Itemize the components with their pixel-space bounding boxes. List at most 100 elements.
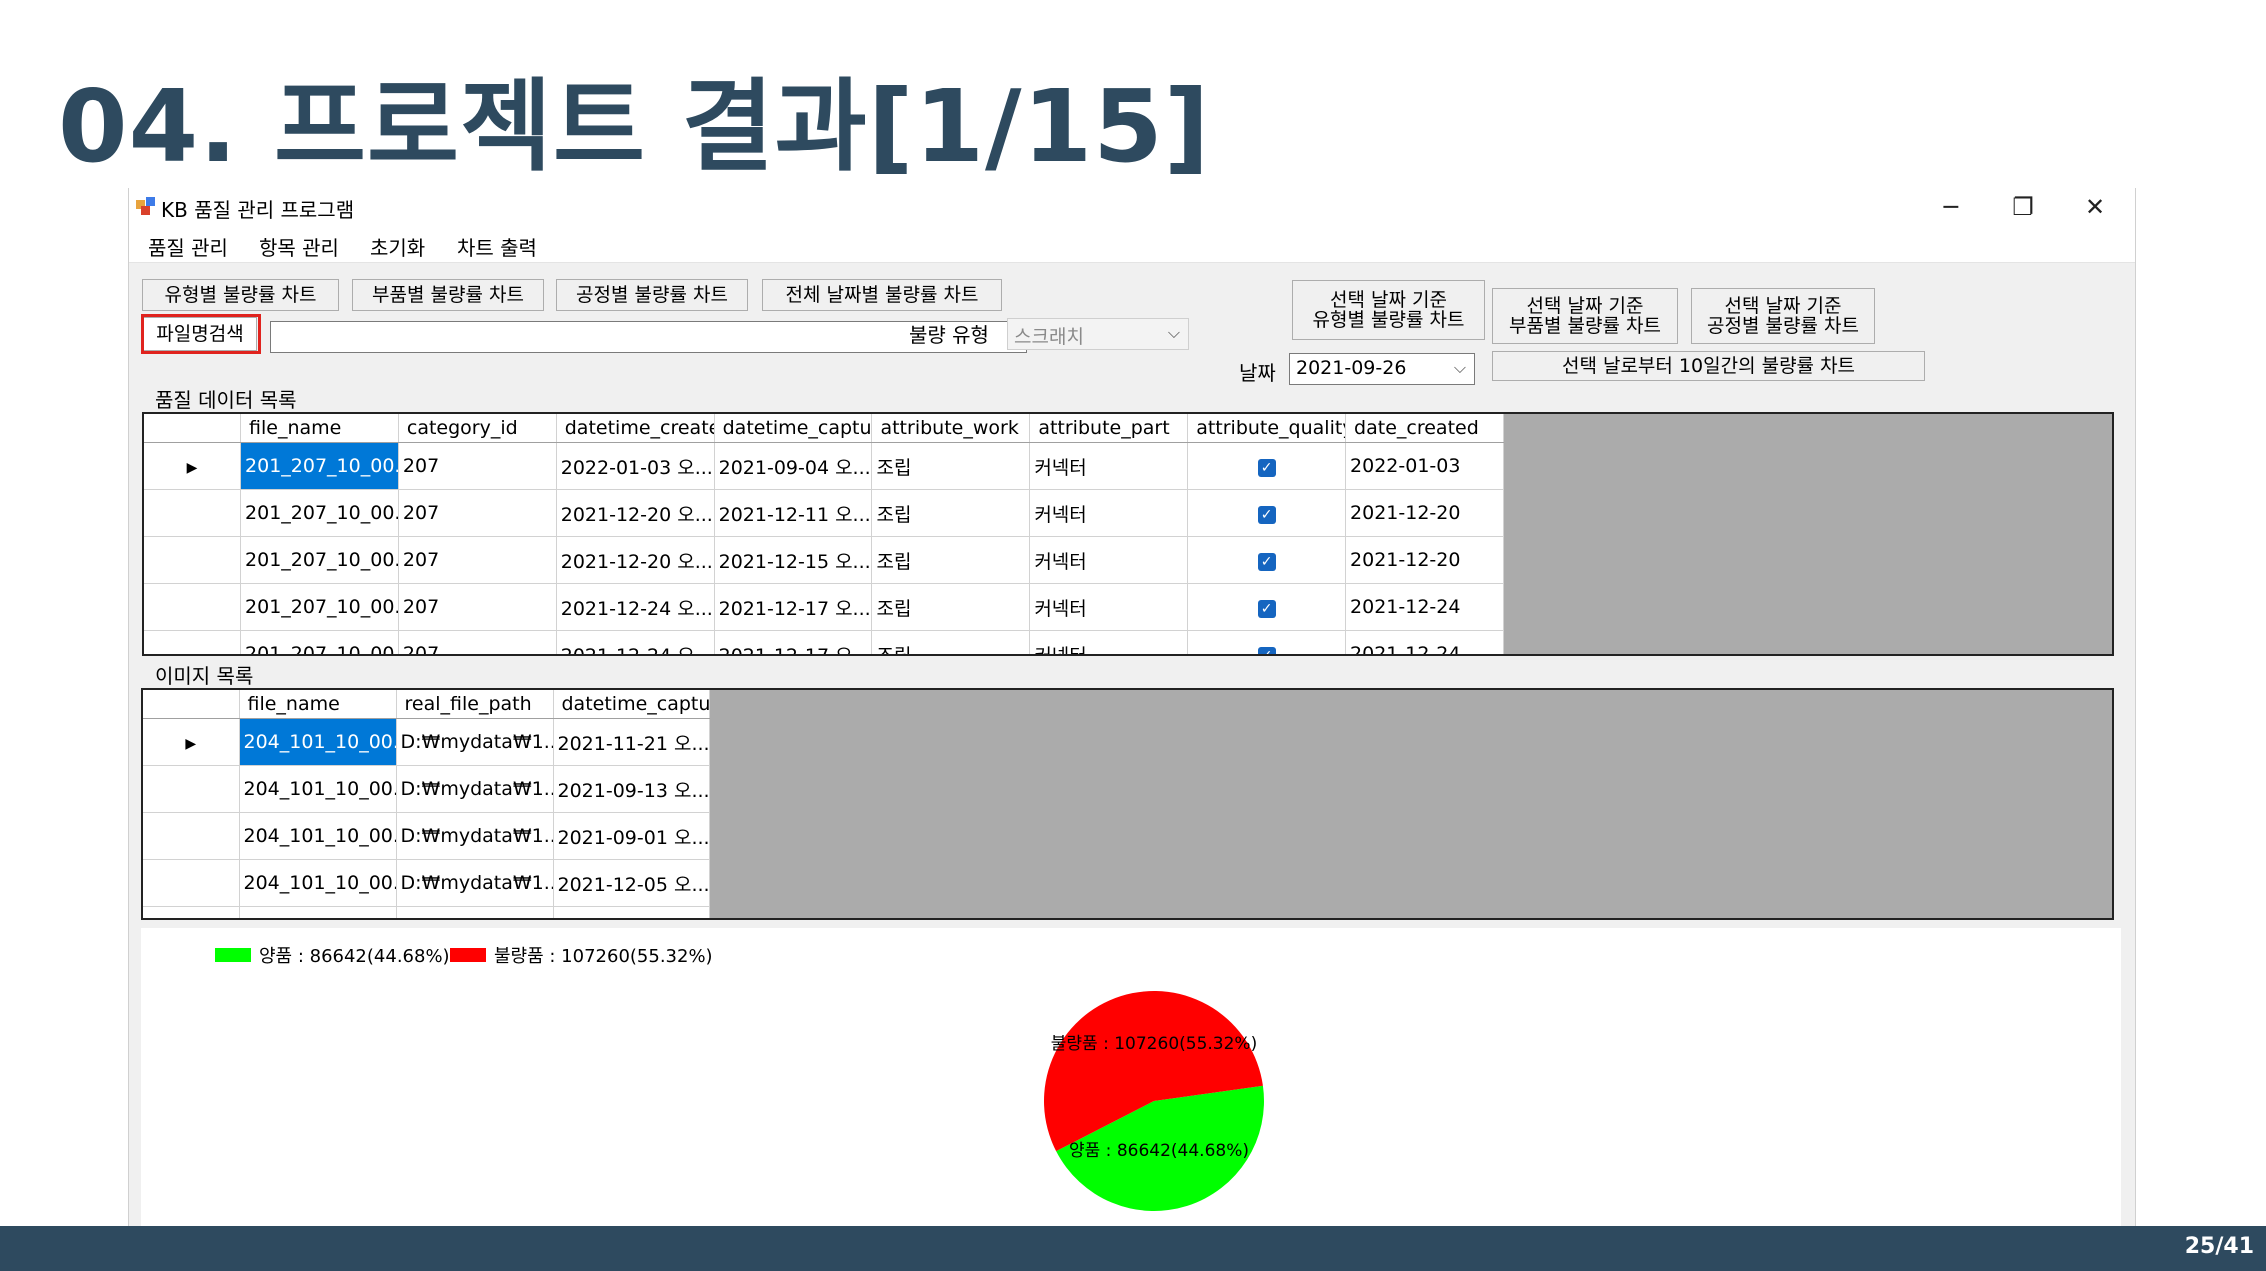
- image_grid-column-header[interactable]: file_name: [239, 690, 397, 719]
- type-defect-chart-button[interactable]: 유형별 불량률 차트: [142, 279, 339, 311]
- table-cell[interactable]: 2021-12-15 오...: [714, 536, 873, 584]
- maximize-button[interactable]: ❐: [1987, 188, 2059, 226]
- table-cell[interactable]: 2021-12-11 오...: [714, 489, 873, 537]
- ten-day-defect-chart-button[interactable]: 선택 날로부터 10일간의 불량률 차트: [1492, 351, 1925, 381]
- row-header[interactable]: [143, 812, 240, 860]
- quality_grid-column-header[interactable]: category_id: [398, 414, 557, 443]
- quality_grid-column-header[interactable]: file_name: [240, 414, 399, 443]
- table-row[interactable]: 201_207_10_00... 207 2021-12-20 오... 2021-1…: [144, 489, 1504, 537]
- table-row[interactable]: 201_207_10_00... 207 2021-12-24 오... 2021-1…: [144, 630, 1504, 654]
- process-defect-chart-button[interactable]: 공정별 불량률 차트: [556, 279, 748, 311]
- quality_grid-column-header[interactable]: datetime_created: [556, 414, 715, 443]
- table-cell[interactable]: 201_207_10_00...: [240, 536, 399, 584]
- scrollbar-thumb[interactable]: [2112, 440, 2114, 466]
- quality-checkbox-cell[interactable]: ✓: [1187, 536, 1347, 584]
- checkbox-icon[interactable]: ✓: [1257, 506, 1276, 524]
- table-cell[interactable]: 207: [398, 630, 557, 654]
- table-cell[interactable]: 2021-12-05 오...: [553, 906, 710, 918]
- table-cell[interactable]: 조립: [871, 442, 1031, 490]
- table-row[interactable]: 204_101_10_00... D:₩mydata₩1... 2021-09-13…: [143, 765, 710, 813]
- table-cell[interactable]: 조립: [871, 536, 1031, 584]
- table-cell[interactable]: 2021-12-24 오...: [556, 630, 715, 654]
- row-header[interactable]: ▶: [143, 718, 240, 766]
- table-cell[interactable]: 2021-12-20: [1345, 536, 1504, 584]
- table-row[interactable]: ▶ 201_207_10_00... 207 2022-01-03 오... 2021-…: [144, 442, 1504, 490]
- table-row[interactable]: 204_101_10_00...D:₩mydata₩1...2021-12-05…: [143, 859, 710, 907]
- defect-type-select[interactable]: 스크래치 ⌵: [1007, 318, 1189, 350]
- table-cell[interactable]: 201_207_10_00...: [240, 442, 399, 490]
- table-cell[interactable]: D:₩mydata₩1...: [396, 718, 554, 766]
- table-cell[interactable]: 204_101_10_00...: [239, 812, 397, 860]
- table-cell[interactable]: D:₩mydata₩1...: [396, 765, 554, 813]
- quality_grid-column-header[interactable]: attribute_work: [871, 414, 1031, 443]
- quality_grid-column-header[interactable]: date_created: [1345, 414, 1504, 443]
- row-header[interactable]: [144, 583, 242, 631]
- table-cell[interactable]: 207: [398, 583, 557, 631]
- table-cell[interactable]: 207: [398, 442, 557, 490]
- table-cell[interactable]: 2021-12-20: [1345, 489, 1504, 537]
- table-row[interactable]: 204_101_10_00... D:₩mydata₩1... 2021-09-01…: [143, 812, 710, 860]
- quality_grid-column-header[interactable]: attribute_quality: [1187, 414, 1347, 443]
- selected-date-part-chart-button[interactable]: 선택 날짜 기준 부품별 불량률 차트: [1492, 288, 1678, 344]
- checkbox-icon[interactable]: ✓: [1257, 600, 1276, 618]
- table-cell[interactable]: 2022-01-03: [1345, 442, 1504, 490]
- selected-date-type-chart-button[interactable]: 선택 날짜 기준 유형별 불량률 차트: [1292, 280, 1485, 340]
- table-cell[interactable]: 커넥터: [1029, 583, 1189, 631]
- quality-checkbox-cell[interactable]: ✓: [1187, 442, 1347, 490]
- minimize-button[interactable]: ─: [1915, 188, 1987, 226]
- quality-data-grid[interactable]: file_namecategory_iddatetime_createddate…: [142, 412, 2114, 656]
- table-row[interactable]: 201_207_10_00... 207 2021-12-20 오... 2021-1…: [144, 536, 1504, 584]
- table-cell[interactable]: 2021-09-01 오...: [553, 812, 710, 860]
- table-row[interactable]: 204_101_10_00...D:₩mydata₩1...2021-12-05…: [143, 906, 710, 918]
- table-cell[interactable]: 204_101_10_00...: [239, 906, 397, 918]
- part-defect-chart-button[interactable]: 부품별 불량률 차트: [352, 279, 544, 311]
- table-row[interactable]: ▶ 204_101_10_00... D:₩mydata₩1... 2021-11-2…: [143, 718, 710, 766]
- table-cell[interactable]: 207: [398, 536, 557, 584]
- window-titlebar[interactable]: KB 품질 관리 프로그램 ─ ❐ ✕: [129, 188, 2135, 226]
- quality_grid-column-header[interactable]: datetime_captured: [714, 414, 873, 443]
- table-cell[interactable]: 2021-11-21 오...: [553, 718, 710, 766]
- scrollbar-thumb[interactable]: [2112, 716, 2114, 742]
- table-cell[interactable]: 2021-09-04 오...: [714, 442, 873, 490]
- table-cell[interactable]: 201_207_10_00...: [240, 583, 399, 631]
- all-date-defect-chart-button[interactable]: 전체 날짜별 불량률 차트: [762, 279, 1002, 311]
- table-cell[interactable]: 커넥터: [1029, 630, 1189, 654]
- checkbox-icon[interactable]: ✓: [1257, 647, 1276, 654]
- table-cell[interactable]: 2021-12-24: [1345, 630, 1504, 654]
- table-cell[interactable]: 2021-12-20 오...: [556, 489, 715, 537]
- table-cell[interactable]: 2022-01-03 오...: [556, 442, 715, 490]
- table-cell[interactable]: 커넥터: [1029, 536, 1189, 584]
- table-cell[interactable]: 2021-12-17 오...: [714, 583, 873, 631]
- image_grid-column-header[interactable]: real_file_path: [396, 690, 554, 719]
- quality-checkbox-cell[interactable]: ✓: [1187, 583, 1347, 631]
- quality-checkbox-cell[interactable]: ✓: [1187, 630, 1347, 654]
- menu-item-management[interactable]: 항목 관리: [259, 232, 339, 261]
- table-cell[interactable]: 204_101_10_00...: [239, 765, 397, 813]
- close-button[interactable]: ✕: [2059, 188, 2131, 226]
- table-cell[interactable]: 커넥터: [1029, 442, 1189, 490]
- row-header[interactable]: [143, 765, 240, 813]
- menu-quality-management[interactable]: 품질 관리: [148, 232, 228, 261]
- table-cell[interactable]: 201_207_10_00...: [240, 630, 399, 654]
- table-cell[interactable]: 2021-12-17 오...: [714, 630, 873, 654]
- table-cell[interactable]: 2021-12-05 오...: [553, 859, 710, 907]
- image_grid-column-header[interactable]: datetime_captured: [553, 690, 710, 719]
- menu-chart-output[interactable]: 차트 출력: [457, 232, 537, 261]
- row-header[interactable]: [144, 489, 242, 537]
- table-cell[interactable]: 2021-09-13 오...: [553, 765, 710, 813]
- row-header[interactable]: [144, 630, 242, 654]
- table-cell[interactable]: 조립: [871, 630, 1031, 654]
- quality_grid-column-header[interactable]: attribute_part: [1029, 414, 1189, 443]
- selected-date-process-chart-button[interactable]: 선택 날짜 기준 공정별 불량률 차트: [1691, 288, 1875, 344]
- table-cell[interactable]: 조립: [871, 489, 1031, 537]
- row-header[interactable]: [143, 906, 240, 918]
- table-cell[interactable]: 커넥터: [1029, 489, 1189, 537]
- table-cell[interactable]: 201_207_10_00...: [240, 489, 399, 537]
- menu-reset[interactable]: 초기화: [370, 232, 425, 261]
- table-cell[interactable]: 2021-12-20 오...: [556, 536, 715, 584]
- table-cell[interactable]: 207: [398, 489, 557, 537]
- table-cell[interactable]: D:₩mydata₩1...: [396, 812, 554, 860]
- checkbox-icon[interactable]: ✓: [1257, 459, 1276, 477]
- table-cell[interactable]: 2021-12-24: [1345, 583, 1504, 631]
- row-header[interactable]: ▶: [144, 442, 242, 490]
